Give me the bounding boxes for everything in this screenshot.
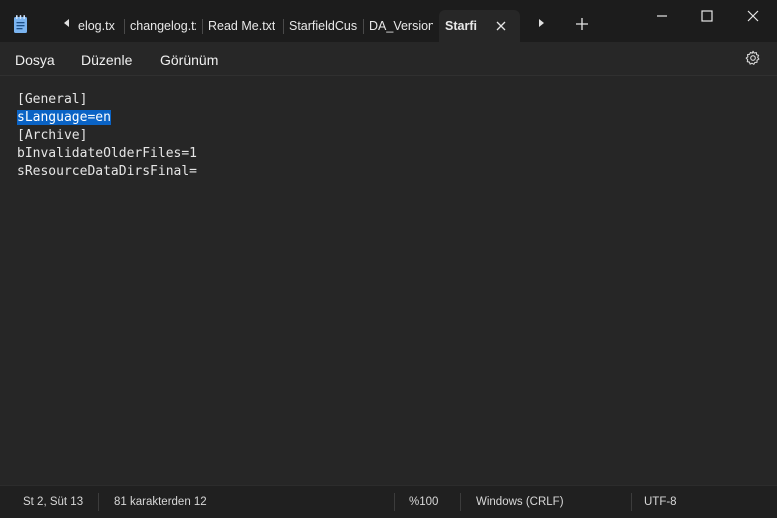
editor-content[interactable]: [General] sLanguage=en [Archive] bInvali…: [17, 91, 197, 181]
tab-label: DA_Version.t: [369, 19, 433, 33]
menu-edit[interactable]: Düzenle: [81, 52, 132, 68]
divider: [631, 493, 632, 511]
tab-label: Read Me.txt: [208, 19, 276, 33]
selected-text: sLanguage=en: [17, 110, 111, 125]
menu-file[interactable]: Dosya: [15, 52, 55, 68]
menu-bar: Dosya Düzenle Görünüm: [0, 42, 777, 76]
caret-left-icon[interactable]: [58, 14, 76, 32]
editor-line: sResourceDataDirsFinal=: [17, 163, 197, 181]
maximize-icon[interactable]: [699, 8, 715, 24]
line-text: bInvalidateOlderFiles=1: [17, 146, 198, 161]
divider: [460, 493, 461, 511]
minimize-icon[interactable]: [654, 8, 670, 24]
divider: [98, 493, 99, 511]
tab-label: StarfieldCust: [289, 19, 357, 33]
tab-label: Starfi: [445, 19, 477, 33]
line-ending[interactable]: Windows (CRLF): [476, 496, 564, 508]
title-bar: elog.tx changelog.tx Read Me.txt Starfie…: [0, 0, 777, 42]
tab-starfield-active[interactable]: Starfi: [439, 10, 520, 42]
editor-line: [General]: [17, 91, 197, 109]
close-icon[interactable]: [494, 19, 508, 33]
line-text: [General]: [17, 92, 88, 107]
notepad-icon: [12, 14, 30, 34]
editor-line: bInvalidateOlderFiles=1: [17, 145, 197, 163]
menu-view[interactable]: Görünüm: [160, 52, 218, 68]
editor-line-selected: sLanguage=en: [17, 109, 197, 127]
line-text: sResourceDataDirsFinal=: [17, 164, 198, 179]
tab-read-me[interactable]: Read Me.txt: [202, 10, 283, 42]
tab-starfield-custom[interactable]: StarfieldCust: [283, 10, 363, 42]
cursor-position: St 2, Süt 13: [23, 496, 84, 508]
plus-icon[interactable]: [574, 16, 590, 32]
tab-strip: elog.tx changelog.tx Read Me.txt Starfie…: [78, 10, 520, 42]
tab-label: changelog.tx: [130, 19, 196, 33]
gear-icon[interactable]: [745, 50, 761, 66]
tab-elog[interactable]: elog.tx: [78, 10, 124, 42]
status-bar: St 2, Süt 13 81 karakterden 12 %100 Wind…: [0, 485, 777, 518]
tab-label: elog.tx: [78, 19, 115, 33]
tab-changelog[interactable]: changelog.tx: [124, 10, 202, 42]
encoding[interactable]: UTF-8: [644, 496, 677, 508]
tab-da-version[interactable]: DA_Version.t: [363, 10, 439, 42]
text-editor[interactable]: [General] sLanguage=en [Archive] bInvali…: [0, 76, 777, 485]
zoom-level[interactable]: %100: [409, 496, 438, 508]
editor-line: [Archive]: [17, 127, 197, 145]
character-count: 81 karakterden 12: [114, 496, 207, 508]
line-text: [Archive]: [17, 128, 88, 143]
divider: [394, 493, 395, 511]
close-icon[interactable]: [745, 8, 761, 24]
caret-right-icon[interactable]: [532, 14, 550, 32]
